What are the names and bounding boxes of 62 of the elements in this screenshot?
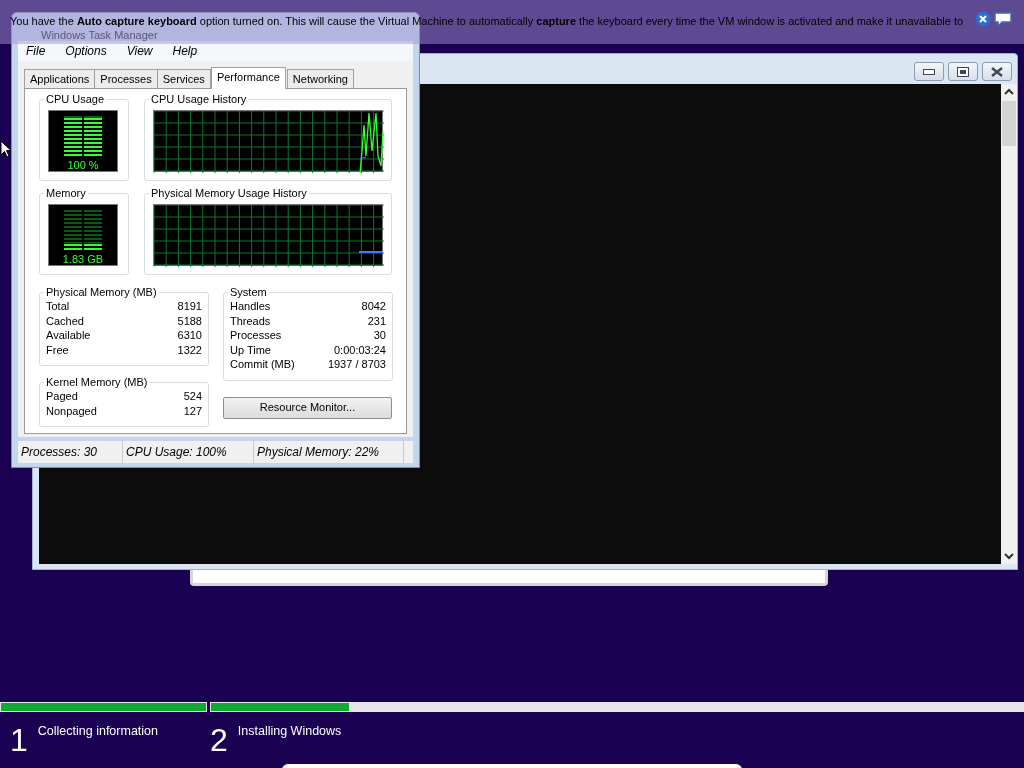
step-label: Collecting information	[37, 723, 158, 740]
scroll-up-icon[interactable]	[1004, 88, 1014, 95]
tab[interactable]: Services	[156, 69, 211, 88]
stat-label: Up Time	[230, 342, 271, 357]
meter-reading: 1.83 GB	[61, 253, 105, 265]
stat-value: 1322	[177, 342, 202, 357]
close-button[interactable]	[982, 62, 1012, 81]
group-title: Physical Memory Usage History	[149, 186, 309, 200]
status-text: CPU Usage: 100%	[123, 441, 254, 463]
tab[interactable]: Networking	[286, 69, 354, 88]
group-title: Kernel Memory (MB)	[44, 375, 150, 389]
tab[interactable]: Performance	[210, 67, 286, 89]
window-title: Windows Task Manager	[41, 29, 158, 41]
group-title: Memory	[44, 186, 88, 200]
minimize-button[interactable]	[914, 62, 944, 81]
group-title: CPU Usage	[44, 92, 107, 106]
stat-value: 524	[183, 389, 202, 404]
stat-label: Free	[46, 342, 69, 357]
stat-label: Total	[46, 299, 70, 314]
stat-label: Commit (MB)	[230, 357, 295, 372]
stat-value: 1937 / 8703	[327, 357, 386, 372]
step-number: 2	[210, 724, 228, 756]
stat-label: Paged	[46, 389, 78, 404]
stat-label: Processes	[230, 328, 282, 343]
tab[interactable]: Applications	[24, 69, 96, 88]
meter-reading: 100 %	[66, 159, 100, 171]
stat-value: 127	[183, 403, 202, 418]
restore-button[interactable]	[948, 62, 978, 81]
scroll-thumb[interactable]	[1002, 101, 1016, 146]
step-label: Installing Windows	[237, 723, 342, 740]
stat-value: 231	[367, 313, 386, 328]
stat-value: 8191	[177, 299, 202, 314]
stat-value: 30	[373, 328, 386, 343]
group-title: Physical Memory (MB)	[44, 285, 159, 299]
stat-label: Available	[46, 328, 91, 343]
resource-monitor-button[interactable]: Resource Monitor...	[223, 396, 392, 419]
close-icon	[991, 66, 1003, 77]
stat-value: 0:00:03:24	[334, 342, 386, 357]
close-icon[interactable]	[975, 11, 991, 27]
group-title: CPU Usage History	[149, 92, 249, 106]
stat-label: Threads	[230, 313, 271, 328]
stat-label: Cached	[46, 313, 84, 328]
menu-item[interactable]: File	[26, 42, 46, 60]
step-number: 1	[10, 724, 28, 756]
stat-label: Nonpaged	[46, 403, 97, 418]
restore-icon	[957, 66, 969, 77]
menu-item[interactable]: Options	[65, 42, 107, 60]
scrollbar[interactable]	[1001, 84, 1017, 564]
stat-value: 8042	[361, 299, 386, 314]
tab[interactable]: Processes	[94, 69, 158, 88]
stat-value: 6310	[177, 328, 202, 343]
scroll-down-icon[interactable]	[1004, 553, 1014, 560]
minimize-icon	[923, 68, 935, 75]
menu-item[interactable]: View	[126, 42, 153, 60]
status-text: Physical Memory: 22%	[254, 441, 404, 463]
group-title: System	[228, 285, 269, 299]
cursor-icon	[0, 140, 11, 158]
status-text: Processes: 30	[18, 441, 123, 463]
menu-item[interactable]: Help	[172, 42, 198, 60]
stat-label: Handles	[230, 299, 271, 314]
speech-bubble-icon[interactable]	[994, 11, 1012, 27]
stat-value: 5188	[177, 313, 202, 328]
